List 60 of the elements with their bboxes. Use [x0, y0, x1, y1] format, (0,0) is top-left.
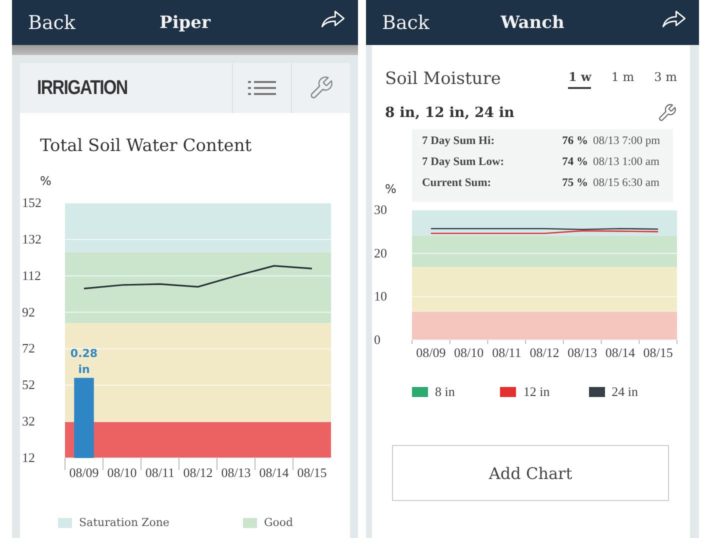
y-tick-label: 132	[22, 231, 42, 246]
y-tick-label: 10	[374, 288, 387, 304]
x-tick-label: 08/09	[416, 345, 446, 360]
bar-value-label: 0.28 in	[70, 346, 98, 376]
card-title: IRRIGATION	[36, 76, 128, 100]
chart-title: Total Soil Water Content	[40, 136, 253, 156]
x-tick-label: 08/14	[605, 345, 636, 360]
x-tick-label: 08/15	[297, 465, 327, 480]
range-tab[interactable]: 1 m	[611, 70, 634, 88]
x-tick-label: 08/11	[145, 465, 175, 480]
y-tick-label: 152	[22, 195, 42, 210]
legend-label: 24 in	[612, 384, 638, 400]
x-tick-label: 08/09	[69, 465, 99, 480]
y-tick-label: 32	[22, 414, 35, 429]
back-link[interactable]: Back	[382, 12, 430, 34]
y-tick-label: 112	[22, 268, 42, 283]
x-tick-label: 08/10	[454, 345, 484, 360]
stat-time: 08/13 7:00 pm	[593, 135, 660, 147]
stat-label: Current Sum:	[422, 177, 492, 189]
wrench-icon[interactable]	[657, 103, 677, 123]
x-tick-label: 08/10	[107, 465, 137, 480]
stat-label: 7 Day Sum Low:	[422, 156, 506, 168]
y-tick-label: 20	[374, 245, 387, 260]
stat-value: 75 %	[561, 177, 588, 189]
x-tick-label: 08/13	[221, 465, 251, 480]
y-tick-label: 92	[22, 304, 35, 320]
share-icon[interactable]	[320, 8, 346, 30]
y-tick-label: 0	[374, 332, 380, 347]
screen-title: Piper	[158, 12, 212, 32]
stat-label: 7 Day Sum Hi:	[422, 135, 496, 147]
legend-label: Saturation Zone	[79, 516, 170, 529]
axis-unit: %	[385, 182, 398, 198]
depths-label: 8 in, 12 in, 24 in	[385, 105, 514, 121]
stat-value: 74 %	[561, 156, 588, 168]
wrench-icon	[308, 75, 334, 101]
x-tick-label: 08/12	[530, 345, 560, 360]
x-tick-label: 08/15	[643, 345, 673, 360]
x-tick-label: 08/14	[259, 465, 289, 480]
range-tab[interactable]: 1 w	[568, 70, 592, 88]
y-tick-label: 30	[374, 202, 387, 217]
x-tick-label: 08/13	[568, 345, 598, 360]
back-link[interactable]: Back	[28, 12, 76, 34]
stat-time: 08/13 1:00 am	[593, 156, 660, 168]
legend-label: 12 in	[523, 384, 550, 400]
stat-value: 76 %	[561, 135, 588, 147]
legend-label: 8 in	[435, 384, 455, 400]
screen-title: Wanch	[500, 12, 566, 32]
stat-time: 08/15 6:30 am	[593, 177, 660, 189]
axis-unit: %	[40, 174, 52, 188]
list-icon	[248, 79, 276, 97]
y-tick-label: 52	[22, 377, 35, 392]
y-tick-label: 72	[22, 340, 35, 356]
x-tick-label: 08/12	[183, 465, 213, 480]
range-tab[interactable]: 3 m	[654, 70, 677, 88]
share-icon[interactable]	[661, 8, 687, 30]
y-tick-label: 12	[22, 450, 35, 465]
add-chart-button[interactable]: Add Chart	[392, 445, 669, 501]
x-tick-label: 08/11	[492, 345, 522, 360]
panel-title: Soil Moisture	[385, 69, 502, 89]
legend-label: Good	[264, 516, 294, 529]
